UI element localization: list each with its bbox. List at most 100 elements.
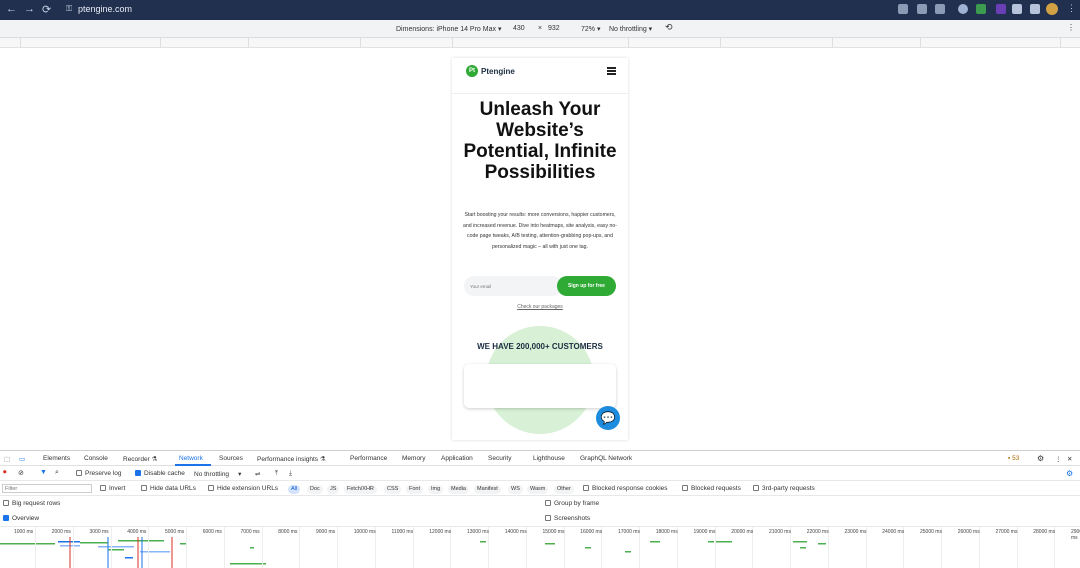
request-bar — [625, 551, 631, 553]
device-more-icon[interactable]: ⋮ — [1067, 23, 1075, 32]
network-overview-timeline[interactable]: 1000 ms 2000 ms 3000 ms 4000 ms 5000 ms 6000 … — [0, 526, 1080, 568]
hamburger-menu-icon[interactable] — [607, 67, 616, 76]
type-filter-font[interactable]: Font — [406, 485, 424, 494]
type-filter-fetch-xhr[interactable]: Fetch/XHR — [344, 485, 377, 494]
extensions-puzzle-icon[interactable] — [1012, 4, 1022, 14]
blocked-response-cookies-checkbox[interactable]: Blocked response cookies — [583, 485, 668, 492]
import-har-icon[interactable]: ⤒ — [275, 470, 278, 478]
share-icon[interactable] — [917, 4, 927, 14]
network-filter-bar: Invert Hide data URLs Hide extension URL… — [0, 481, 1080, 496]
third-party-requests-label: 3rd-party requests — [762, 485, 815, 492]
device-height-input[interactable]: 932 — [548, 25, 560, 32]
reload-icon[interactable]: ⟳ — [42, 3, 51, 16]
timeline-gridline — [261, 527, 263, 568]
request-bar — [98, 546, 134, 548]
tab-security[interactable]: Security — [488, 455, 511, 462]
rotate-icon[interactable]: ⟲ — [665, 22, 673, 33]
throttling-select[interactable]: No throttling ▾ — [609, 25, 652, 33]
site-info-icon[interactable]: ⚿ — [66, 4, 72, 14]
tab-lighthouse[interactable]: Lighthouse — [533, 455, 565, 462]
network-settings-icon[interactable]: ⚙ — [1066, 469, 1073, 478]
tab-console[interactable]: Console — [84, 455, 108, 462]
issues-badge[interactable]: ▪ 53 — [1008, 455, 1019, 462]
overview-checkbox[interactable]: Overview — [3, 515, 39, 522]
network-conditions-icon[interactable]: ⇌ — [255, 470, 260, 478]
forward-icon[interactable]: → — [24, 3, 35, 15]
ptengine-logo-text[interactable]: Ptengine — [481, 67, 515, 76]
translate-icon[interactable] — [898, 4, 908, 14]
preserve-log-checkbox[interactable]: Preserve log — [76, 470, 122, 477]
tab-performance-insights[interactable]: Performance insights ⚗ — [257, 455, 326, 463]
tab-recorder[interactable]: Recorder ⚗ — [123, 455, 157, 463]
type-filter-ws[interactable]: WS — [508, 485, 523, 494]
group-by-frame-checkbox[interactable]: Group by frame — [545, 500, 599, 507]
request-bar — [125, 557, 133, 559]
filter-input[interactable] — [2, 484, 92, 493]
tab-sources[interactable]: Sources — [219, 455, 243, 462]
tab-application[interactable]: Application — [441, 455, 473, 462]
bookmark-star-icon[interactable] — [935, 4, 945, 14]
invert-label: Invert — [109, 485, 126, 492]
request-bar — [0, 543, 55, 545]
disable-cache-checkbox[interactable]: Disable cache — [135, 470, 185, 477]
device-toggle-icon[interactable]: ▭ — [19, 455, 25, 463]
timeline-tick-label: 16000 ms — [580, 529, 603, 535]
group-by-frame-label: Group by frame — [554, 500, 600, 507]
timeline-tick-label: 7000 ms — [240, 529, 260, 535]
address-bar[interactable]: ptengine.com — [78, 4, 132, 14]
tab-elements[interactable]: Elements — [43, 455, 70, 462]
type-filter-js[interactable]: JS — [327, 485, 340, 494]
big-request-rows-checkbox[interactable]: Big request rows — [3, 500, 60, 507]
type-filter-doc[interactable]: Doc — [307, 485, 323, 494]
network-throttling-select[interactable]: No throttling ▾ — [194, 470, 241, 478]
extension-icon[interactable] — [958, 4, 968, 14]
browser-menu-icon[interactable]: ⋮ — [1067, 3, 1076, 14]
tab-network[interactable]: Network — [179, 455, 203, 462]
screenshots-label: Screenshots — [554, 515, 591, 522]
timeline-tick-label: 1000 ms — [14, 529, 34, 535]
side-panel-icon[interactable] — [1030, 4, 1040, 14]
extension-green-icon[interactable] — [976, 4, 986, 14]
type-filter-media[interactable]: Media — [448, 485, 469, 494]
export-har-icon[interactable]: ⤓ — [289, 470, 292, 478]
signup-button[interactable]: Sign up for free — [557, 276, 616, 296]
blocked-requests-checkbox[interactable]: Blocked requests — [682, 485, 741, 492]
request-bar — [118, 540, 164, 542]
waterfall-overview — [0, 537, 826, 568]
tab-graphql-network[interactable]: GraphQL Network — [580, 455, 632, 462]
type-filter-wasm[interactable]: Wasm — [527, 485, 549, 494]
profile-avatar[interactable] — [1046, 3, 1058, 15]
device-dimensions-select[interactable]: Dimensions: iPhone 14 Pro Max ▾ — [396, 25, 501, 33]
filter-funnel-icon[interactable]: ▼ — [40, 469, 47, 476]
third-party-requests-checkbox[interactable]: 3rd-party requests — [753, 485, 815, 492]
timeline-tick-label: 2000 ms — [51, 529, 71, 535]
hide-data-urls-checkbox[interactable]: Hide data URLs — [141, 485, 196, 492]
device-width-input[interactable]: 430 — [513, 25, 525, 32]
email-field[interactable] — [464, 276, 562, 296]
media-query-ruler — [0, 38, 1080, 48]
screenshots-checkbox[interactable]: Screenshots — [545, 515, 590, 522]
devtools-more-icon[interactable]: ⋮ — [1055, 455, 1062, 463]
chat-bubble-icon[interactable]: 💬 — [596, 406, 620, 430]
inspect-element-icon[interactable]: ⬚ — [4, 455, 10, 463]
type-filter-other[interactable]: Other — [554, 485, 574, 494]
packages-link[interactable]: Check our packages — [452, 304, 628, 310]
ptengine-logo-icon[interactable]: Pt — [466, 65, 478, 77]
back-icon[interactable]: ← — [6, 3, 17, 15]
invert-checkbox[interactable]: Invert — [100, 485, 125, 492]
tab-memory[interactable]: Memory — [402, 455, 425, 462]
record-stop-icon[interactable]: ⏺ — [3, 469, 7, 477]
type-filter-all[interactable]: All — [288, 485, 301, 494]
extension-purple-icon[interactable] — [996, 4, 1006, 14]
type-filter-css[interactable]: CSS — [384, 485, 402, 494]
close-devtools-icon[interactable]: ✕ — [1067, 455, 1072, 463]
emulated-viewport: Pt Ptengine Unleash Your Website’s Poten… — [452, 58, 628, 440]
type-filter-img[interactable]: Img — [428, 485, 444, 494]
settings-gear-icon[interactable]: ⚙ — [1037, 454, 1044, 463]
tab-performance[interactable]: Performance — [350, 455, 387, 462]
type-filter-manifest[interactable]: Manifest — [474, 485, 501, 494]
zoom-select[interactable]: 72% ▾ — [581, 25, 600, 33]
search-icon[interactable]: ⌕ — [55, 469, 59, 477]
hide-extension-urls-checkbox[interactable]: Hide extension URLs — [208, 485, 278, 492]
clear-icon[interactable]: ⊘ — [18, 469, 24, 477]
